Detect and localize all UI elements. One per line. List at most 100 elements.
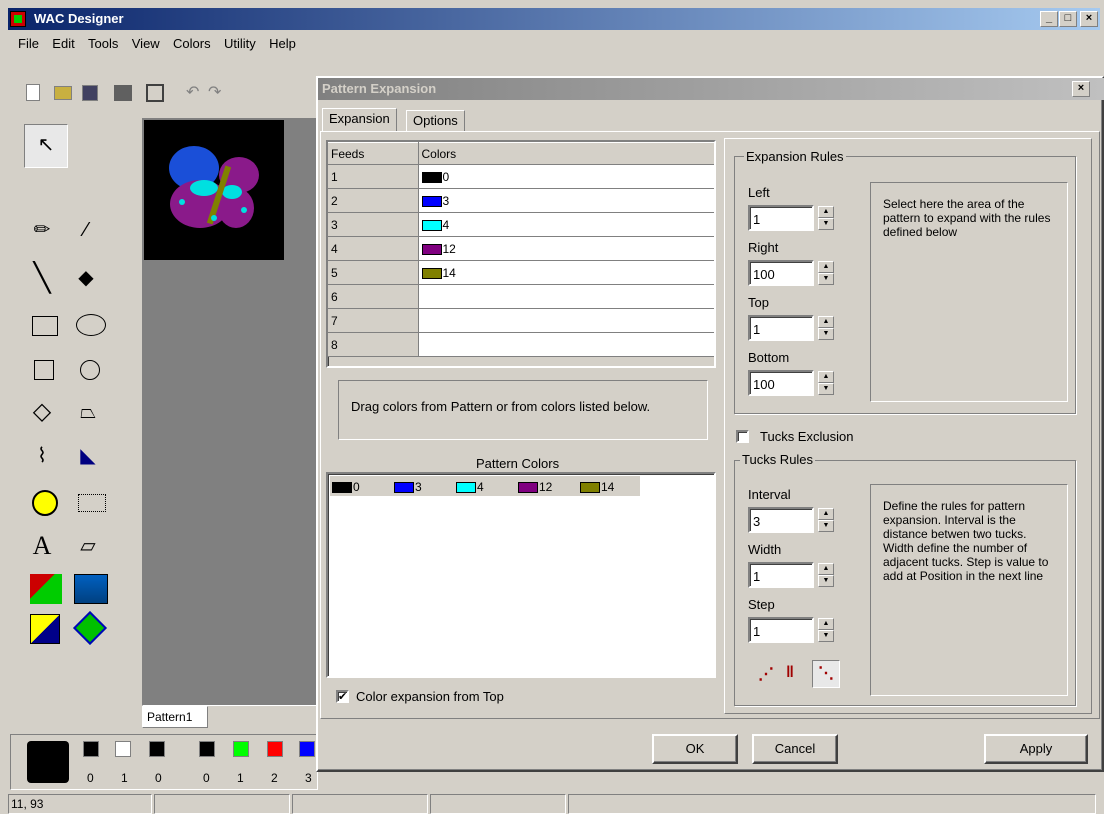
apply-button[interactable]: Apply bbox=[984, 734, 1088, 764]
spin-down-icon[interactable]: ▼ bbox=[818, 520, 834, 532]
right-input[interactable]: 100 bbox=[748, 260, 814, 286]
feed-row[interactable]: 4 12 bbox=[328, 236, 714, 261]
bg-color-2-swatch[interactable] bbox=[149, 741, 165, 757]
spin-down-icon[interactable]: ▼ bbox=[818, 273, 834, 285]
main-color-3-swatch[interactable] bbox=[299, 741, 315, 757]
mirror-tool-icon[interactable] bbox=[30, 614, 60, 644]
text-tool-icon[interactable]: A bbox=[28, 532, 56, 560]
ok-button[interactable]: OK bbox=[652, 734, 738, 764]
feeds-grid[interactable]: Feeds Colors 10 23 34 4 12 5 14 6 7 8 bbox=[326, 140, 716, 368]
spin-up-icon[interactable]: ▲ bbox=[818, 618, 834, 630]
feed-row[interactable]: 8 bbox=[328, 332, 714, 357]
pattern-color-item[interactable]: 3 bbox=[394, 480, 422, 494]
spin-up-icon[interactable]: ▲ bbox=[818, 206, 834, 218]
top-input[interactable]: 1 bbox=[748, 315, 814, 341]
menu-file[interactable]: File bbox=[18, 36, 39, 51]
eyedropper-tool-icon[interactable]: ⁄ bbox=[72, 216, 100, 244]
pattern-preview[interactable] bbox=[144, 120, 284, 260]
pattern-color-item[interactable]: 4 bbox=[456, 480, 484, 494]
feed-row[interactable]: 6 bbox=[328, 284, 714, 309]
feed-row[interactable]: 23 bbox=[328, 188, 714, 213]
save-icon[interactable] bbox=[82, 85, 98, 101]
main-color-2-swatch[interactable] bbox=[267, 741, 283, 757]
drag-hint-text: Drag colors from Pattern or from colors … bbox=[351, 399, 651, 414]
zigzag-tuck-icon[interactable]: ⋱ bbox=[812, 660, 840, 688]
feed-row[interactable]: 34 bbox=[328, 212, 714, 237]
undo-icon[interactable]: ↶ bbox=[186, 82, 199, 102]
polygon-tool-icon[interactable]: ⏢ bbox=[74, 398, 102, 426]
bg-color-1-swatch[interactable] bbox=[115, 741, 131, 757]
feed-row[interactable]: 7 bbox=[328, 308, 714, 333]
dialog-title-bar[interactable]: Pattern Expansion bbox=[318, 78, 1104, 100]
tucks-exclusion-checkbox[interactable] bbox=[736, 430, 749, 443]
tab-pattern1[interactable]: Pattern1 bbox=[142, 706, 208, 728]
app-title-bar[interactable]: WAC Designer bbox=[8, 8, 1100, 30]
redo-icon[interactable]: ↷ bbox=[208, 82, 221, 102]
main-color-0-swatch[interactable] bbox=[199, 741, 215, 757]
bottom-input[interactable]: 100 bbox=[748, 370, 814, 396]
bg-color-0-swatch[interactable] bbox=[83, 741, 99, 757]
spin-down-icon[interactable]: ▼ bbox=[818, 218, 834, 230]
circle-tool-icon[interactable] bbox=[80, 360, 100, 380]
color-expansion-checkbox[interactable]: ✔ bbox=[336, 690, 349, 703]
open-folder-icon[interactable] bbox=[54, 86, 72, 100]
spin-down-icon[interactable]: ▼ bbox=[818, 383, 834, 395]
spin-down-icon[interactable]: ▼ bbox=[818, 575, 834, 587]
diamond-tool-icon[interactable]: ◇ bbox=[28, 398, 56, 426]
left-input[interactable]: 1 bbox=[748, 205, 814, 231]
maximize-button[interactable]: □ bbox=[1059, 11, 1077, 27]
pointer-tool-icon[interactable]: ↖ bbox=[24, 124, 68, 168]
close-app-button[interactable]: × bbox=[1080, 11, 1098, 27]
select-area-icon[interactable] bbox=[78, 494, 106, 512]
cancel-button[interactable]: Cancel bbox=[752, 734, 838, 764]
eraser-tool-icon[interactable]: ▱ bbox=[74, 532, 102, 560]
new-file-icon[interactable] bbox=[26, 84, 40, 101]
feed-row[interactable]: 10 bbox=[328, 164, 714, 189]
brush-tool-icon[interactable]: ◣ bbox=[74, 442, 102, 470]
rotate-tool-icon[interactable] bbox=[73, 611, 107, 645]
tab-expansion[interactable]: Expansion bbox=[322, 108, 397, 132]
apple-stamp-icon[interactable] bbox=[32, 490, 58, 516]
main-color-1-swatch[interactable] bbox=[233, 741, 249, 757]
spin-up-icon[interactable]: ▲ bbox=[818, 508, 834, 520]
drag-hint-box[interactable]: Drag colors from Pattern or from colors … bbox=[338, 380, 708, 440]
pattern-colors-list[interactable]: 0 3 4 12 14 bbox=[326, 472, 716, 678]
spin-down-icon[interactable]: ▼ bbox=[818, 328, 834, 340]
menu-edit[interactable]: Edit bbox=[52, 36, 74, 51]
step-input[interactable]: 1 bbox=[748, 617, 814, 643]
diagonal-tuck-icon[interactable]: ⋰ bbox=[758, 664, 774, 684]
spin-up-icon[interactable]: ▲ bbox=[818, 563, 834, 575]
pattern-color-item[interactable]: 14 bbox=[580, 480, 614, 494]
feed-row[interactable]: 5 14 bbox=[328, 260, 714, 285]
pattern-copy-icon[interactable] bbox=[30, 574, 62, 604]
spin-up-icon[interactable]: ▲ bbox=[818, 371, 834, 383]
fill-bucket-icon[interactable]: ◆ bbox=[72, 264, 100, 292]
menu-colors[interactable]: Colors bbox=[173, 36, 211, 51]
pencil-tool-icon[interactable]: ✏ bbox=[28, 216, 56, 244]
pattern-repeat-icon[interactable] bbox=[74, 574, 108, 604]
vertical-tuck-icon[interactable]: ‖ bbox=[786, 664, 794, 682]
menu-help[interactable]: Help bbox=[269, 36, 296, 51]
menu-utility[interactable]: Utility bbox=[224, 36, 256, 51]
canvas-area[interactable] bbox=[142, 118, 318, 706]
width-input[interactable]: 1 bbox=[748, 562, 814, 588]
square-tool-icon[interactable] bbox=[34, 360, 54, 380]
freehand-tool-icon[interactable]: ⌇ bbox=[28, 442, 56, 470]
exit-icon[interactable] bbox=[146, 84, 164, 102]
ellipse-tool-icon[interactable] bbox=[76, 314, 106, 336]
interval-input[interactable]: 3 bbox=[748, 507, 814, 533]
rectangle-tool-icon[interactable] bbox=[32, 316, 58, 336]
spin-down-icon[interactable]: ▼ bbox=[818, 630, 834, 642]
pattern-color-item[interactable]: 0 bbox=[332, 480, 360, 494]
menu-view[interactable]: View bbox=[132, 36, 160, 51]
menu-tools[interactable]: Tools bbox=[88, 36, 118, 51]
tucks-exclusion-label: Tucks Exclusion bbox=[760, 429, 854, 444]
minimize-button[interactable]: _ bbox=[1040, 11, 1058, 27]
tab-options[interactable]: Options bbox=[406, 110, 465, 132]
line-tool-icon[interactable]: ╲ bbox=[28, 264, 56, 292]
pattern-color-item[interactable]: 12 bbox=[518, 480, 552, 494]
spin-up-icon[interactable]: ▲ bbox=[818, 316, 834, 328]
spin-up-icon[interactable]: ▲ bbox=[818, 261, 834, 273]
print-icon[interactable] bbox=[114, 85, 132, 101]
dialog-close-button[interactable]: × bbox=[1072, 81, 1090, 97]
